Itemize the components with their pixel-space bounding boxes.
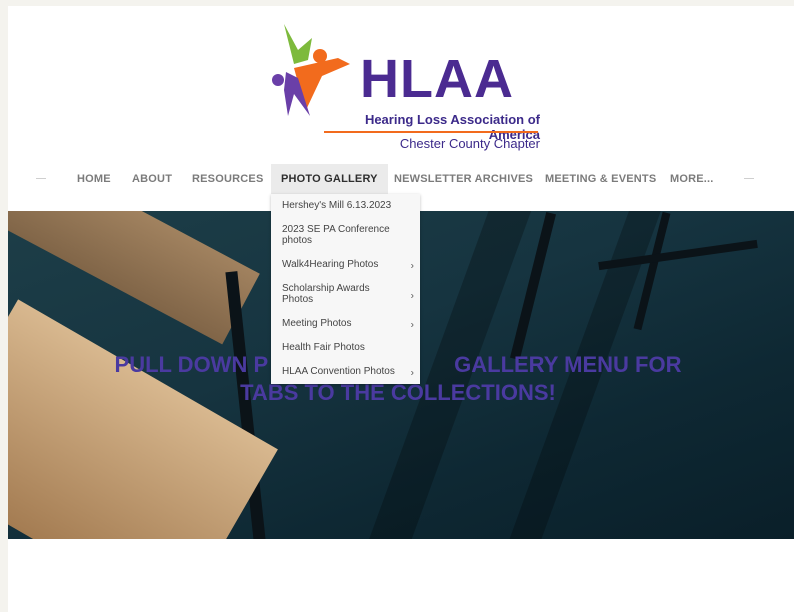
logo-divider: [324, 131, 538, 133]
main-nav: HOME ABOUT RESOURCES PHOTO GALLERY NEWSL…: [8, 164, 794, 194]
nav-meeting-events[interactable]: MEETING & EVENTS: [545, 164, 656, 194]
dropdown-item-label: HLAA Convention Photos: [282, 366, 395, 377]
dropdown-item-label: 2023 SE PA Conference photos: [282, 224, 390, 246]
dropdown-item-label: Meeting Photos: [282, 318, 352, 329]
nav-about[interactable]: ABOUT: [132, 164, 172, 194]
logo-title: HLAA: [360, 49, 514, 109]
dropdown-item-label: Walk4Hearing Photos: [282, 259, 379, 270]
dropdown-item-health-fair[interactable]: Health Fair Photos: [271, 336, 420, 360]
dropdown-item-walk4hearing[interactable]: Walk4Hearing Photos ›: [271, 253, 420, 277]
hlaa-logo[interactable]: HLAA Hearing Loss Association of America…: [264, 20, 544, 154]
nav-divider-left: [36, 178, 46, 179]
dropdown-item-hersheys-mill[interactable]: Hershey's Mill 6.13.2023: [271, 194, 420, 218]
dropdown-item-meeting-photos[interactable]: Meeting Photos ›: [271, 312, 420, 336]
chevron-right-icon: ›: [410, 290, 414, 302]
nav-divider-right: [744, 178, 754, 179]
dropdown-item-scholarship-awards[interactable]: Scholarship Awards Photos ›: [271, 277, 420, 312]
dropdown-item-label: Scholarship Awards Photos: [282, 283, 370, 305]
dropdown-item-hlaa-convention[interactable]: HLAA Convention Photos ›: [271, 360, 420, 384]
nav-photo-gallery[interactable]: PHOTO GALLERY: [271, 164, 388, 194]
nav-newsletter-archives[interactable]: NEWSLETTER ARCHIVES: [394, 164, 533, 194]
chevron-right-icon: ›: [410, 260, 414, 272]
hero-line-1-right: GALLERY MENU FOR: [454, 352, 682, 377]
page: HLAA Hearing Loss Association of America…: [8, 6, 794, 612]
chevron-right-icon: ›: [410, 319, 414, 331]
photo-gallery-dropdown: Hershey's Mill 6.13.2023 2023 SE PA Conf…: [271, 194, 420, 384]
chevron-right-icon: ›: [410, 367, 414, 379]
hero-line-1-left: PULL DOWN P: [114, 352, 269, 377]
logo-chapter: Chester County Chapter: [399, 136, 540, 151]
dropdown-item-label: Hershey's Mill 6.13.2023: [282, 200, 392, 211]
dropdown-item-se-pa-conference[interactable]: 2023 SE PA Conference photos: [271, 218, 420, 253]
nav-home[interactable]: HOME: [77, 164, 111, 194]
nav-resources[interactable]: RESOURCES: [192, 164, 263, 194]
nav-more[interactable]: MORE...: [670, 164, 714, 194]
dropdown-item-label: Health Fair Photos: [282, 342, 365, 353]
